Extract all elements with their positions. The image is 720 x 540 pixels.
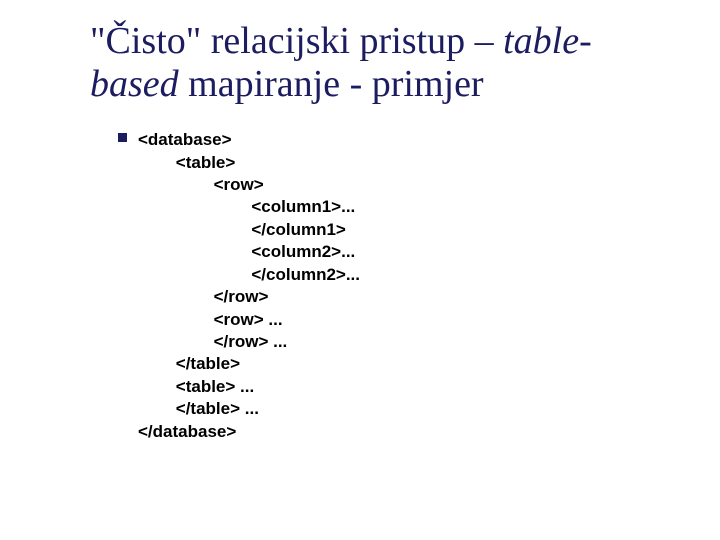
code-line: </column2>... xyxy=(138,265,360,284)
title-part2: mapiranje - primjer xyxy=(179,63,484,105)
code-line: <table> xyxy=(138,153,235,172)
code-line: </table> ... xyxy=(138,399,259,418)
slide: "Čisto" relacijski pristup – table- base… xyxy=(0,0,720,540)
title-italic-2: based xyxy=(90,63,179,105)
bullet-icon xyxy=(118,133,127,142)
slide-body: <database> <table> <row> <column1>... </… xyxy=(90,129,690,443)
code-line: <column1>... xyxy=(138,197,355,216)
code-line: </database> xyxy=(138,422,236,441)
code-line: </row> xyxy=(138,287,268,306)
code-line: </table> xyxy=(138,354,240,373)
code-line: <column2>... xyxy=(138,242,355,261)
xml-code-block: <database> <table> <row> <column1>... </… xyxy=(138,129,690,443)
code-line: <database> xyxy=(138,130,232,149)
code-line: </row> ... xyxy=(138,332,287,351)
title-italic-1: table- xyxy=(503,20,592,62)
code-line: </column1> xyxy=(138,220,346,239)
code-line: <table> ... xyxy=(138,377,254,396)
code-line: <row> ... xyxy=(138,310,283,329)
slide-title: "Čisto" relacijski pristup – table- base… xyxy=(90,20,690,105)
code-line: <row> xyxy=(138,175,264,194)
title-part1: "Čisto" relacijski pristup – xyxy=(90,20,503,62)
